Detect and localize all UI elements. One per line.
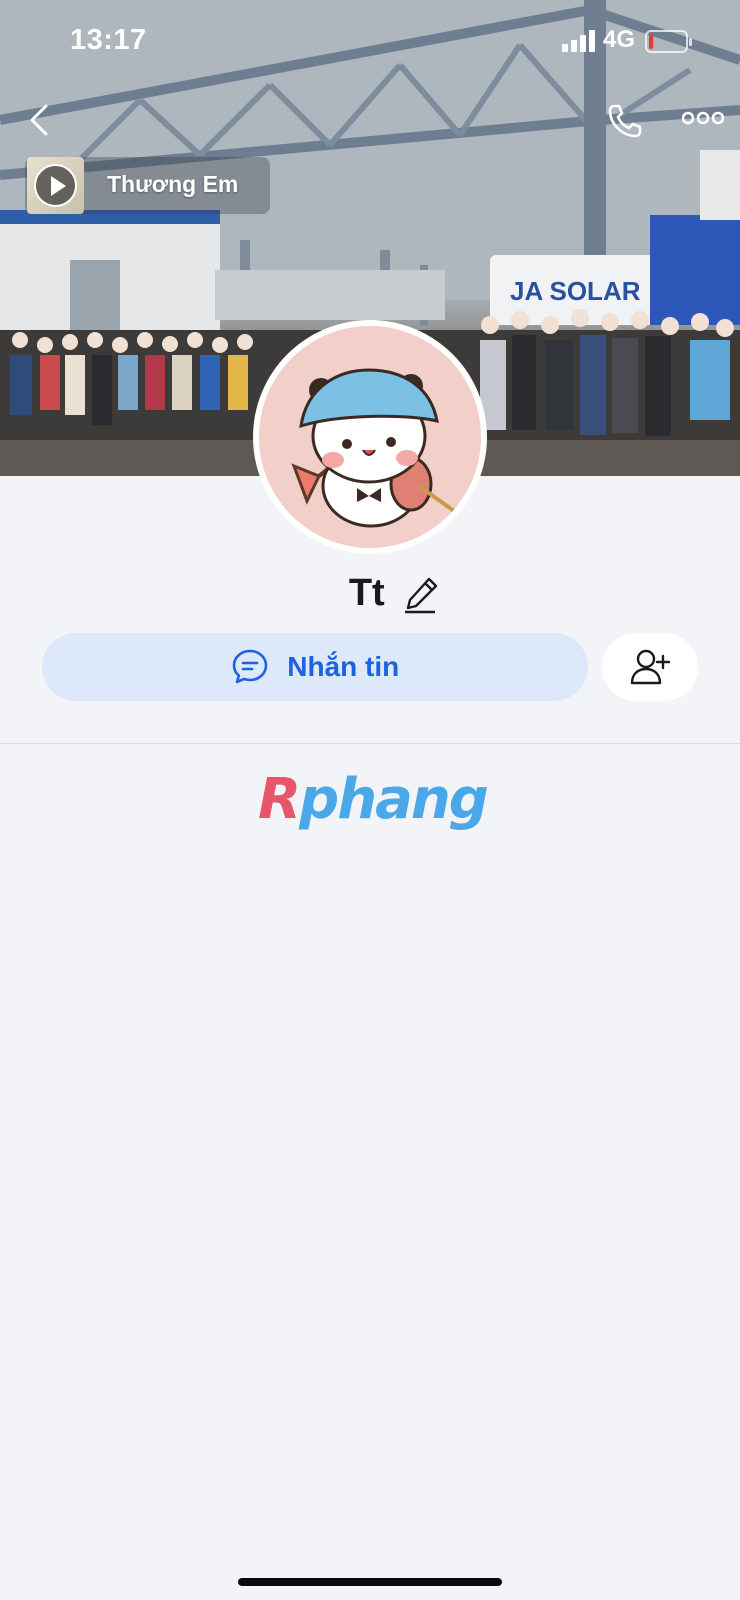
watermark-logo: Rphang xyxy=(258,767,489,832)
profile-name-row: Tt xyxy=(0,572,740,622)
play-icon[interactable] xyxy=(34,164,77,207)
message-button-label: Nhắn tin xyxy=(287,651,400,682)
watermark-first-letter: R xyxy=(258,767,301,832)
home-indicator xyxy=(238,1578,502,1586)
add-friend-button[interactable] xyxy=(602,633,698,701)
profile-music[interactable]: Thương Em xyxy=(25,157,270,214)
avatar-image xyxy=(259,326,481,548)
cover-sign-text: JA SOLAR xyxy=(510,276,641,306)
status-bar: 13:17 4G xyxy=(0,0,740,84)
music-thumbnail xyxy=(27,157,84,214)
music-title: Thương Em xyxy=(107,171,239,197)
phone-icon[interactable] xyxy=(606,100,646,140)
chevron-left-icon[interactable] xyxy=(22,100,58,140)
more-dots-icon[interactable] xyxy=(682,106,724,130)
network-type: 4G xyxy=(603,26,636,53)
chat-bubble-icon xyxy=(232,649,268,684)
avatar[interactable] xyxy=(253,320,487,554)
section-divider xyxy=(0,743,740,744)
battery-icon xyxy=(645,30,692,53)
profile-name: Tt xyxy=(348,572,385,614)
add-friend-icon xyxy=(630,649,670,685)
signal-icon xyxy=(562,30,595,52)
message-button[interactable]: Nhắn tin xyxy=(42,633,588,701)
panda-sticker-image xyxy=(291,368,456,528)
pencil-icon[interactable] xyxy=(401,574,441,614)
watermark-rest: phang xyxy=(299,767,489,832)
status-time: 13:17 xyxy=(70,24,147,56)
